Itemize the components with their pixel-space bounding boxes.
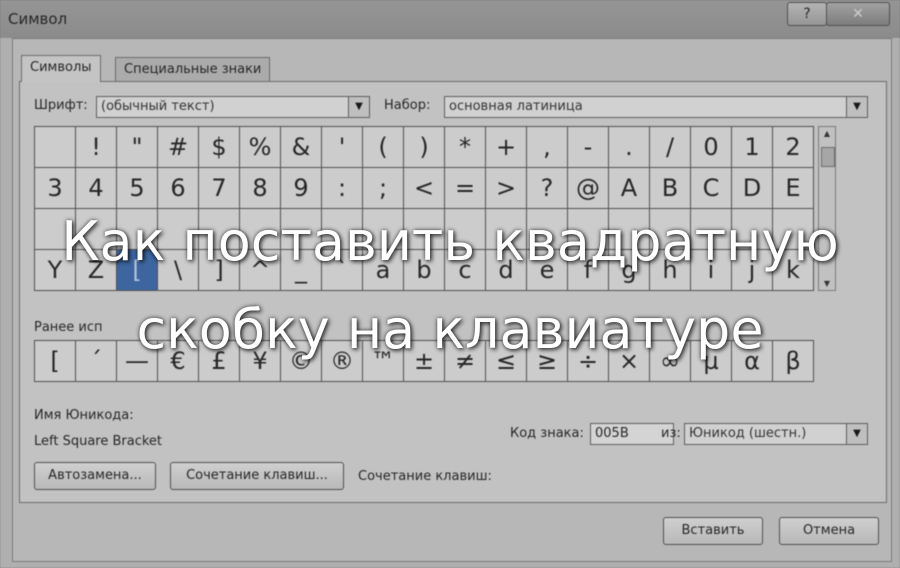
overlay-dim xyxy=(0,0,900,568)
headline-line-2: скобку на клавиатуре xyxy=(136,298,764,361)
headline-line-1: Как поставить квадратную xyxy=(61,210,839,273)
